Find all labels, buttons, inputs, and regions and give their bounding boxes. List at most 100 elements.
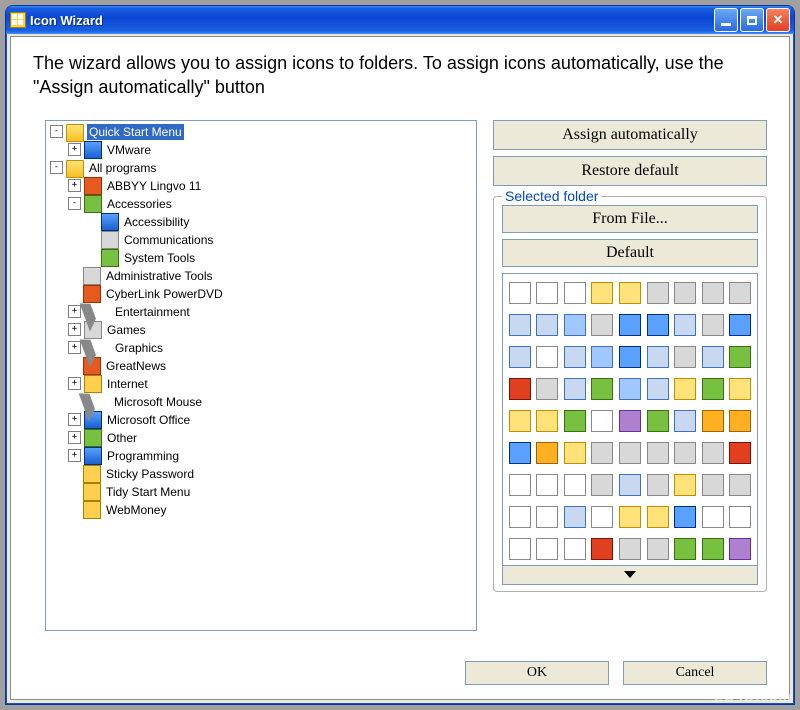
icon-choice[interactable] (590, 441, 614, 465)
icon-choice[interactable] (590, 377, 614, 401)
tree-item[interactable]: -All programs (46, 159, 476, 177)
tree-item[interactable]: Accessibility (46, 213, 476, 231)
icon-choice[interactable] (618, 473, 642, 497)
icon-choice[interactable] (728, 377, 752, 401)
icon-choice[interactable] (701, 281, 725, 305)
collapse-icon[interactable]: - (68, 197, 81, 210)
icon-choice[interactable] (728, 281, 752, 305)
icon-choice[interactable] (701, 313, 725, 337)
icon-choice[interactable] (590, 345, 614, 369)
tree-item[interactable]: +VMware (46, 141, 476, 159)
restore-default-button[interactable]: Restore default (493, 156, 767, 186)
icon-choice[interactable] (508, 409, 532, 433)
icon-choice[interactable] (618, 377, 642, 401)
icon-choice[interactable] (728, 441, 752, 465)
tree-item[interactable]: Sticky Password (46, 465, 476, 483)
icon-grid-inner[interactable] (503, 274, 757, 565)
icon-choice[interactable] (646, 441, 670, 465)
icon-choice[interactable] (508, 345, 532, 369)
icon-choice[interactable] (590, 537, 614, 561)
expand-icon[interactable]: + (68, 377, 81, 390)
expand-icon[interactable]: + (68, 413, 81, 426)
icon-choice[interactable] (535, 409, 559, 433)
icon-choice[interactable] (618, 345, 642, 369)
icon-choice[interactable] (728, 409, 752, 433)
tree-item[interactable]: +ABBYY Lingvo 11 (46, 177, 476, 195)
from-file-button[interactable]: From File... (502, 205, 758, 233)
icon-choice[interactable] (618, 409, 642, 433)
icon-choice[interactable] (508, 537, 532, 561)
icon-choice[interactable] (535, 473, 559, 497)
icon-choice[interactable] (618, 537, 642, 561)
icon-choice[interactable] (673, 441, 697, 465)
icon-choice[interactable] (563, 345, 587, 369)
icon-choice[interactable] (673, 409, 697, 433)
icon-choice[interactable] (646, 281, 670, 305)
maximize-button[interactable] (740, 8, 764, 32)
icon-choice[interactable] (728, 537, 752, 561)
tree-item[interactable]: -Quick Start Menu (46, 123, 476, 141)
expand-icon[interactable]: + (68, 431, 81, 444)
icon-choice[interactable] (728, 313, 752, 337)
icon-choice[interactable] (563, 281, 587, 305)
icon-choice[interactable] (508, 441, 532, 465)
icon-choice[interactable] (728, 345, 752, 369)
icon-choice[interactable] (563, 441, 587, 465)
tree-item[interactable]: Tidy Start Menu (46, 483, 476, 501)
icon-choice[interactable] (646, 409, 670, 433)
icon-choice[interactable] (590, 409, 614, 433)
icon-choice[interactable] (728, 473, 752, 497)
icon-choice[interactable] (508, 313, 532, 337)
icon-choice[interactable] (590, 313, 614, 337)
icon-choice[interactable] (646, 313, 670, 337)
icon-choice[interactable] (728, 505, 752, 529)
icon-choice[interactable] (673, 281, 697, 305)
expand-icon[interactable]: + (68, 449, 81, 462)
icon-choice[interactable] (618, 281, 642, 305)
icon-choice[interactable] (646, 537, 670, 561)
icon-choice[interactable] (563, 409, 587, 433)
icon-choice[interactable] (701, 377, 725, 401)
expand-icon[interactable]: + (68, 143, 81, 156)
expand-icon[interactable]: + (68, 323, 81, 336)
tree-item[interactable]: +Internet (46, 375, 476, 393)
minimize-button[interactable] (714, 8, 738, 32)
icon-choice[interactable] (673, 313, 697, 337)
icon-choice[interactable] (673, 377, 697, 401)
icon-choice[interactable] (673, 505, 697, 529)
default-button[interactable]: Default (502, 239, 758, 267)
icon-choice[interactable] (701, 537, 725, 561)
icon-choice[interactable] (563, 473, 587, 497)
collapse-icon[interactable]: - (50, 125, 63, 138)
icon-choice[interactable] (590, 505, 614, 529)
icon-choice[interactable] (701, 441, 725, 465)
icon-choice[interactable] (701, 505, 725, 529)
icon-choice[interactable] (646, 473, 670, 497)
icon-choice[interactable] (618, 313, 642, 337)
tree-item[interactable]: -Accessories (46, 195, 476, 213)
close-button[interactable]: ✕ (766, 8, 790, 32)
tree-item[interactable]: +Entertainment (46, 303, 476, 321)
icon-choice[interactable] (673, 473, 697, 497)
icon-choice[interactable] (535, 537, 559, 561)
icon-choice[interactable] (563, 313, 587, 337)
scroll-down-button[interactable] (503, 565, 757, 584)
icon-choice[interactable] (535, 345, 559, 369)
icon-choice[interactable] (508, 377, 532, 401)
tree-item[interactable]: WebMoney (46, 501, 476, 519)
tree-item[interactable]: +Graphics (46, 339, 476, 357)
tree-item[interactable]: System Tools (46, 249, 476, 267)
icon-choice[interactable] (535, 313, 559, 337)
icon-choice[interactable] (535, 505, 559, 529)
icon-choice[interactable] (701, 345, 725, 369)
collapse-icon[interactable]: - (50, 161, 63, 174)
tree-item[interactable]: Communications (46, 231, 476, 249)
icon-choice[interactable] (590, 473, 614, 497)
icon-choice[interactable] (673, 345, 697, 369)
icon-choice[interactable] (508, 281, 532, 305)
icon-choice[interactable] (535, 281, 559, 305)
tree-item[interactable]: Microsoft Mouse (46, 393, 476, 411)
ok-button[interactable]: OK (465, 661, 609, 685)
icon-choice[interactable] (646, 345, 670, 369)
icon-choice[interactable] (701, 473, 725, 497)
